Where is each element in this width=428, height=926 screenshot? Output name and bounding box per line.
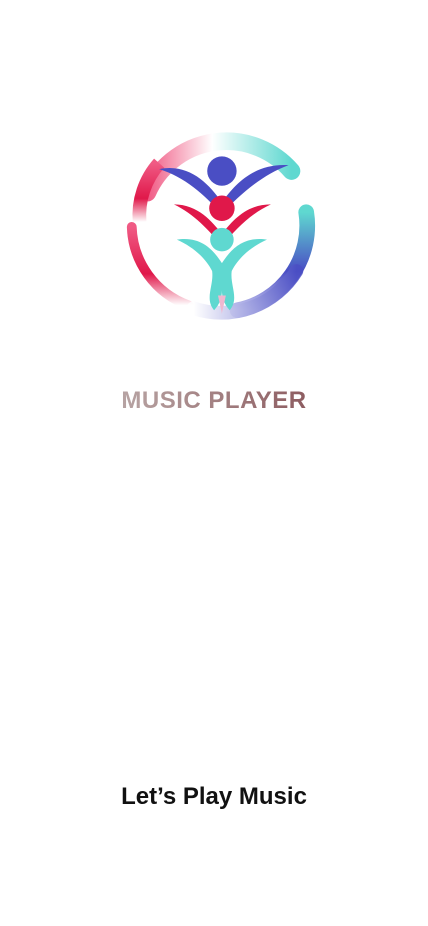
app-name: MUSIC PLAYER bbox=[0, 384, 428, 418]
music-player-logo-icon bbox=[120, 124, 316, 320]
tagline: Let’s Play Music bbox=[121, 783, 307, 810]
splash-screen: MUSIC PLAYER Let’s Play Music bbox=[0, 0, 428, 926]
